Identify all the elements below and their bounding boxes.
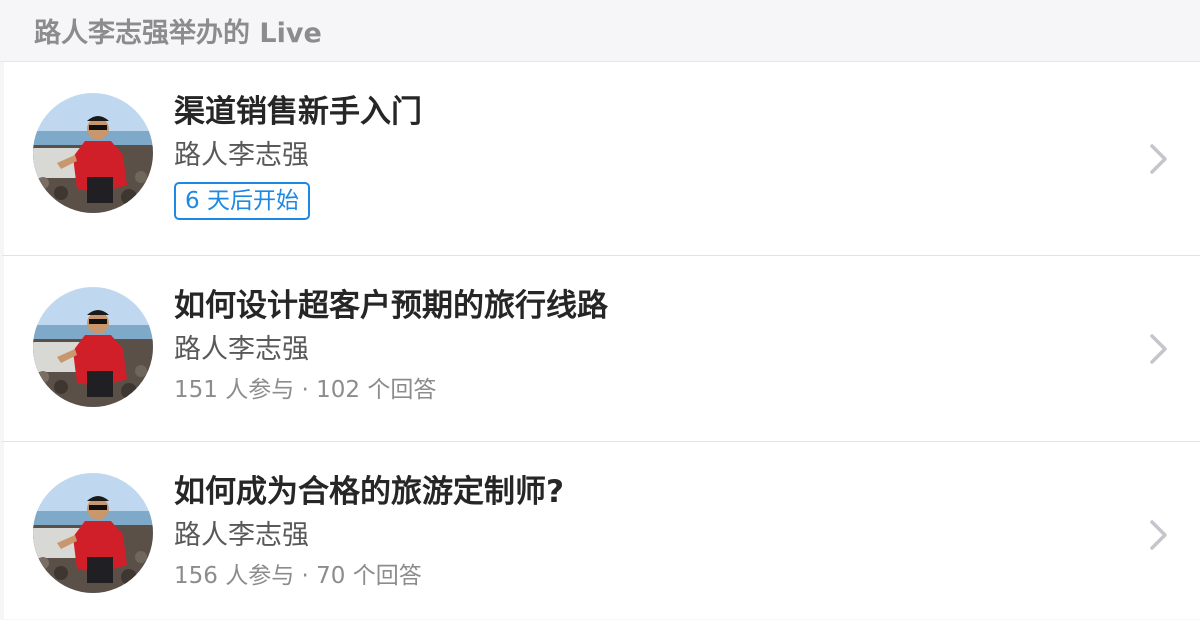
chevron-right-icon [1150, 334, 1167, 364]
start-time-badge: 6 天后开始 [174, 182, 310, 220]
live-title: 如何设计超客户预期的旅行线路 [174, 288, 608, 324]
participation-stats: 156 人参与 · 70 个回答 [174, 563, 422, 589]
live-item[interactable]: 渠道销售新手入门 路人李志强 6 天后开始 [0, 62, 1200, 256]
chevron-right-icon [1150, 144, 1167, 174]
live-item-texts: 如何成为合格的旅游定制师? 路人李志强 156 人参与 · 70 个回答 [174, 472, 564, 594]
section-title: 路人李志强举办的 Live [34, 18, 322, 49]
avatar [33, 93, 153, 213]
chevron-right-icon [1150, 520, 1167, 550]
live-item[interactable]: 如何设计超客户预期的旅行线路 路人李志强 151 人参与 · 102 个回答 [0, 256, 1200, 442]
live-item[interactable]: 如何成为合格的旅游定制师? 路人李志强 156 人参与 · 70 个回答 [0, 442, 1200, 619]
participation-stats: 151 人参与 · 102 个回答 [174, 377, 437, 403]
speaker-name: 路人李志强 [174, 520, 309, 551]
live-title: 如何成为合格的旅游定制师? [174, 474, 564, 510]
section-header: 路人李志强举办的 Live [0, 0, 1200, 62]
live-item-texts: 如何设计超客户预期的旅行线路 路人李志强 151 人参与 · 102 个回答 [174, 286, 608, 408]
speaker-name: 路人李志强 [174, 140, 309, 171]
speaker-name: 路人李志强 [174, 334, 309, 365]
live-item-texts: 渠道销售新手入门 路人李志强 6 天后开始 [174, 92, 422, 220]
avatar [33, 473, 153, 593]
live-title: 渠道销售新手入门 [174, 94, 422, 130]
avatar [33, 287, 153, 407]
live-list: 渠道销售新手入门 路人李志强 6 天后开始 如何设计超客户预期的旅行线路 路人李… [0, 62, 1200, 619]
